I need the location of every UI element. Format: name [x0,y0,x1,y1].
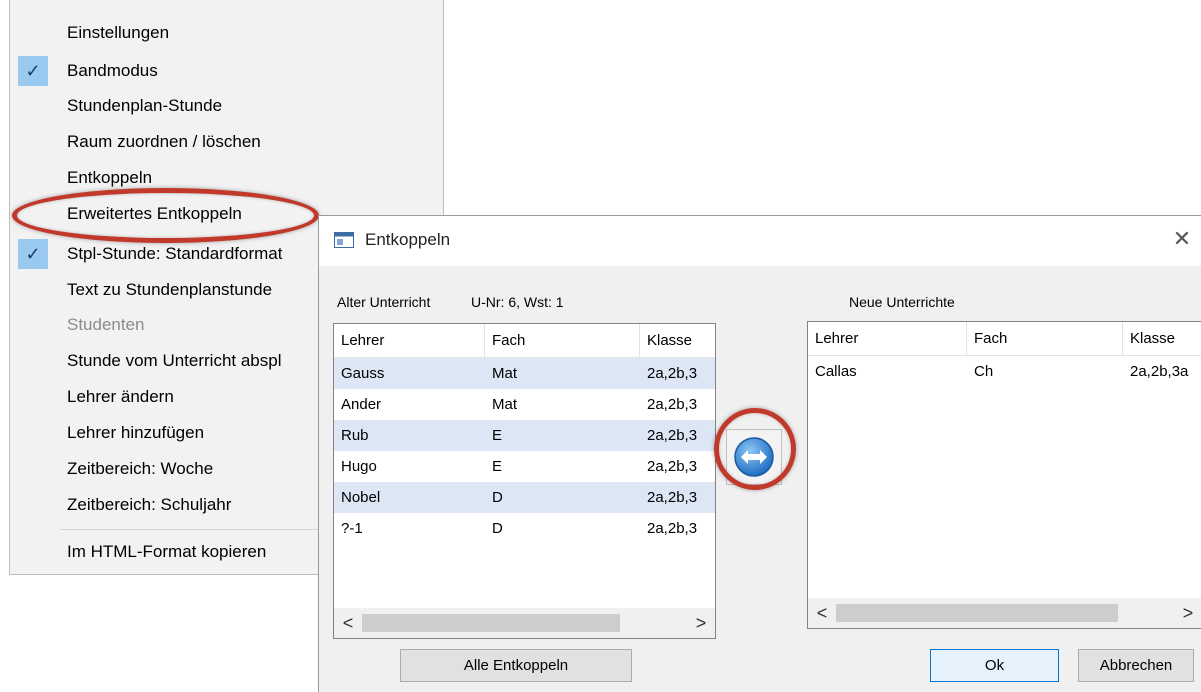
cell-fach: Mat [492,396,518,413]
cell-fach: D [492,489,503,506]
table-row[interactable]: Gauss Mat 2a,2b,3 [334,358,715,389]
menu-item-stundenplan-stunde[interactable]: Stundenplan-Stunde [10,88,443,124]
new-lessons-label: Neue Unterrichte [849,294,955,310]
column-header-lehrer[interactable]: Lehrer [808,322,967,355]
menu-item-entkoppeln[interactable]: Entkoppeln [10,160,443,196]
close-icon[interactable]: ✕ [1167,224,1197,254]
horizontal-scrollbar[interactable]: < > [334,608,715,638]
menu-item-raum-zuordnen[interactable]: Raum zuordnen / löschen [10,124,443,160]
cell-fach: Mat [492,365,518,382]
new-lessons-list[interactable]: Lehrer Fach Klasse Callas Ch 2a,2b,3a < … [807,321,1201,629]
window-icon [334,232,354,248]
cell-lehrer: Rub [341,427,369,444]
old-lesson-list[interactable]: Lehrer Fach Klasse Gauss Mat 2a,2b,3 And… [333,323,716,639]
cancel-button[interactable]: Abbrechen [1078,649,1194,682]
dialog-titlebar: Entkoppeln ✕ [319,216,1201,266]
cell-fach: D [492,520,503,537]
cell-fach: E [492,458,503,475]
swap-arrows-icon [734,437,774,477]
column-header-klasse[interactable]: Klasse [640,324,715,357]
transfer-button[interactable] [726,429,782,485]
cell-lehrer: Gauss [341,365,385,382]
table-row[interactable]: Ander Mat 2a,2b,3 [334,389,715,420]
horizontal-scrollbar[interactable]: < > [808,598,1201,628]
scroll-thumb[interactable] [836,604,1118,622]
cell-lehrer: ?-1 [341,520,363,537]
table-row[interactable]: ?-1 D 2a,2b,3 [334,513,715,544]
table-row[interactable]: Nobel D 2a,2b,3 [334,482,715,513]
cell-lehrer: Hugo [341,458,377,475]
cell-klasse: 2a,2b,3 [647,365,698,382]
ok-button[interactable]: Ok [930,649,1059,682]
cell-fach: Ch [974,363,994,380]
column-header-lehrer[interactable]: Lehrer [334,324,485,357]
cell-klasse: 2a,2b,3 [647,489,698,506]
cell-klasse: 2a,2b,3a [1130,363,1189,380]
column-header-klasse[interactable]: Klasse [1123,322,1201,355]
scroll-right-icon[interactable]: > [687,608,715,638]
cell-klasse: 2a,2b,3 [647,520,698,537]
column-header-fach[interactable]: Fach [967,322,1123,355]
cell-klasse: 2a,2b,3 [647,396,698,413]
old-list-header: Lehrer Fach Klasse [334,324,715,358]
cell-lehrer: Callas [815,363,857,380]
old-lesson-info: U-Nr: 6, Wst: 1 [471,294,564,310]
scroll-thumb[interactable] [362,614,620,632]
check-icon: ✓ [18,56,48,86]
old-lesson-label: Alter Unterricht [337,294,431,310]
scroll-left-icon[interactable]: < [808,598,836,628]
table-row[interactable]: Rub E 2a,2b,3 [334,420,715,451]
cell-klasse: 2a,2b,3 [647,458,698,475]
menu-item-einstellungen[interactable]: Einstellungen [10,15,443,51]
unlink-all-button[interactable]: Alle Entkoppeln [400,649,632,682]
table-row[interactable]: Callas Ch 2a,2b,3a [808,356,1201,387]
menu-item-bandmodus[interactable]: ✓ Bandmodus [10,53,443,89]
cell-lehrer: Nobel [341,489,381,506]
table-row[interactable]: Hugo E 2a,2b,3 [334,451,715,482]
scroll-left-icon[interactable]: < [334,608,362,638]
dialog-title: Entkoppeln [365,230,451,249]
check-icon: ✓ [18,239,48,269]
cell-fach: E [492,427,503,444]
cell-lehrer: Ander [341,396,382,413]
new-list-header: Lehrer Fach Klasse [808,322,1201,356]
scroll-right-icon[interactable]: > [1174,598,1201,628]
cell-klasse: 2a,2b,3 [647,427,698,444]
column-header-fach[interactable]: Fach [485,324,640,357]
